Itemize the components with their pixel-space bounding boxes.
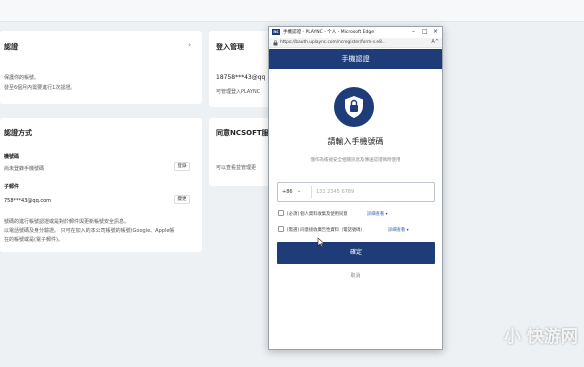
card-title: 登入管理 (216, 43, 244, 51)
popup-header: 手機認證 (269, 49, 442, 69)
confirm-button[interactable]: 確定 (277, 242, 435, 264)
popup-title: 請輸入手機號碼 (327, 137, 384, 146)
agree-required-details-link[interactable]: 詳細查看 ▾ (367, 211, 388, 217)
minimize-icon[interactable]: – (412, 28, 415, 36)
reader-mode-icon[interactable]: A^ (431, 39, 439, 45)
card-title: 認證 (4, 43, 18, 51)
email-value: 758***43@qq.com (4, 198, 52, 204)
email-label: 子郵件 (4, 184, 20, 190)
card-text: 發至6個月內需要進行1次認證。 (4, 85, 76, 91)
country-code-select[interactable]: +86 (282, 189, 293, 195)
address-bar[interactable]: https://bauth.uplaync.com/ncregister/for… (269, 38, 442, 48)
card-login-management[interactable]: 登入管理 18758***43@qq 可管理登入PLAYNC (209, 31, 275, 107)
card-text: 在的帳號或是(電子郵件)。 (4, 237, 63, 243)
agree-optional-label: [需選] 同意接收廣告性資料（電話號碼） (287, 228, 365, 233)
popup-subtitle: 僅作為帳號安全相關訊息及傳送認證碼時使用 (310, 158, 401, 163)
chevron-right-icon[interactable]: › (188, 40, 191, 49)
change-email-button[interactable]: 變更 (174, 195, 190, 204)
phone-label: 機號碼 (4, 154, 20, 160)
top-bar (0, 0, 584, 22)
card-text: 可管理登入PLAYNC (216, 89, 261, 95)
agree-optional-checkbox[interactable] (278, 226, 284, 232)
window-title: 手機認證 - PLAYNC - 个人 - Microsoft Edge (283, 30, 374, 35)
card-verification[interactable]: 認證 › 保護你的帳號。 發至6個月內需要進行1次認證。 (0, 31, 202, 104)
card-auth-methods: 認證方式 機號碼 尚未登錄手機號碼 登錄 子郵件 758***43@qq.com… (0, 118, 202, 252)
card-title: 同意NCSOFT服 (216, 129, 269, 137)
card-text: 保護你的帳號。 (4, 75, 40, 81)
card-text: 可以查看並管理更 (216, 165, 257, 171)
chevron-down-icon[interactable]: ⌄ (297, 188, 301, 194)
card-ncsoft-consent[interactable]: 同意NCSOFT服 可以查看並管理更 (209, 118, 275, 186)
agree-required-label: [必須] 個人資料收集及使用同意 (287, 212, 348, 217)
maximize-icon[interactable]: □ (422, 28, 428, 36)
account-value: 18758***43@qq (216, 74, 266, 81)
phone-input[interactable]: 131 2345 6789 (316, 189, 354, 195)
card-text: 以電話號碼及身分驗證。 只可在加入的本公司帳號的帳號(Google、Apple帳 (4, 228, 175, 234)
mouse-cursor-icon (317, 237, 325, 248)
window-titlebar: nc 手機認證 - PLAYNC - 个人 - Microsoft Edge –… (269, 27, 442, 38)
close-icon[interactable]: × (433, 28, 438, 36)
card-title: 認證方式 (4, 129, 32, 137)
agree-optional-details-link[interactable]: 詳細查看 ▾ (388, 227, 409, 233)
phone-status: 尚未登錄手機號碼 (4, 166, 45, 172)
card-text: 號碼的進行帳號認證或是對於郵件與更新帳號安全訊息。 (4, 219, 130, 225)
lock-icon (273, 40, 278, 46)
phone-field: +86 ⌄ 131 2345 6789 (277, 182, 435, 202)
cancel-link[interactable]: 取消 (269, 272, 442, 279)
divider (311, 186, 312, 198)
agree-required-checkbox[interactable] (278, 210, 284, 216)
url-text: https://bauth.uplaync.com/ncregister/for… (280, 40, 386, 45)
app-icon: nc (272, 29, 280, 35)
shield-icon (334, 87, 374, 127)
register-phone-button[interactable]: 登錄 (174, 162, 190, 171)
edge-popup-window: nc 手機認證 - PLAYNC - 个人 - Microsoft Edge –… (268, 26, 443, 350)
watermark-logo: 小 快游网 (504, 327, 578, 347)
